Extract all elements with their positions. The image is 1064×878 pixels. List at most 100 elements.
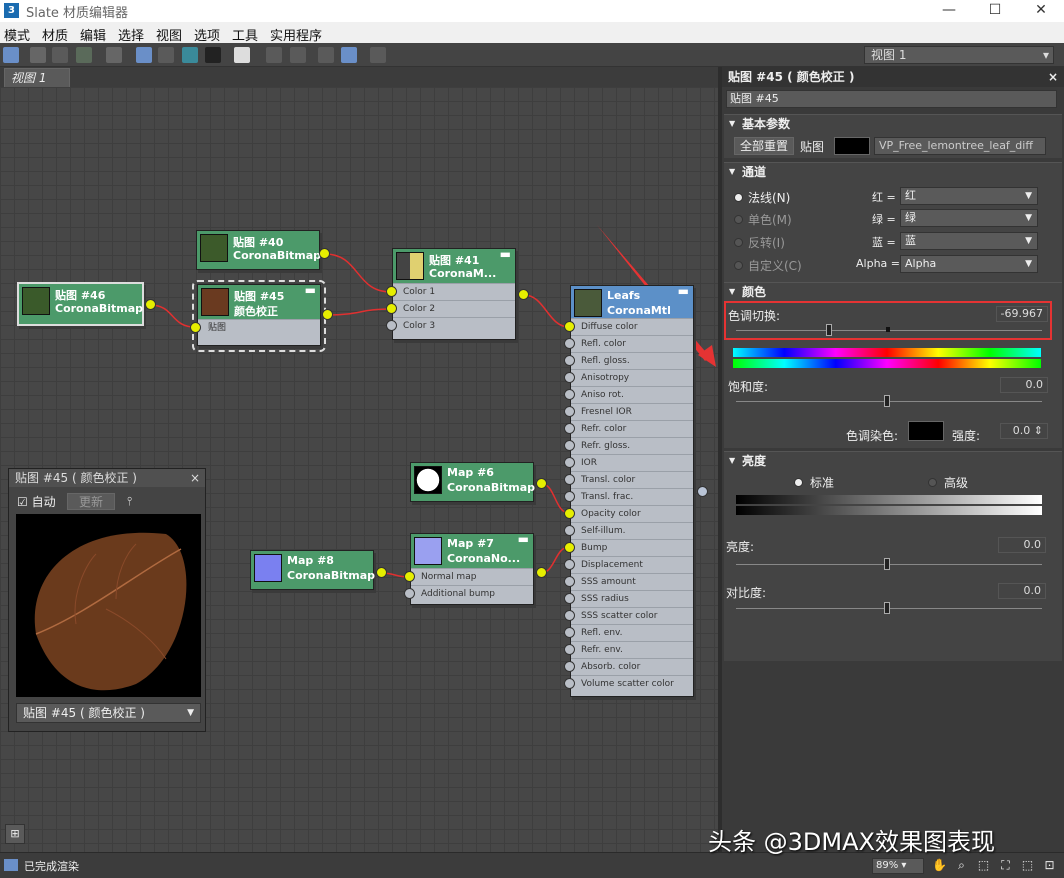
input-socket[interactable] bbox=[564, 474, 575, 485]
input-socket[interactable] bbox=[564, 440, 575, 451]
input-socket[interactable] bbox=[564, 491, 575, 502]
minimize-button[interactable]: — bbox=[926, 0, 972, 22]
view-select[interactable]: 视图 1 ▾ bbox=[864, 46, 1054, 64]
input-socket[interactable] bbox=[564, 406, 575, 417]
node-map-46[interactable]: 贴图 #46 CoronaBitmap bbox=[17, 282, 144, 326]
input-socket[interactable] bbox=[404, 571, 415, 582]
input-socket[interactable] bbox=[564, 559, 575, 570]
brightness-slider-thumb[interactable] bbox=[884, 558, 890, 570]
contrast-slider-thumb[interactable] bbox=[884, 602, 890, 614]
input-socket[interactable] bbox=[564, 576, 575, 587]
saturation-input[interactable]: 0.0 bbox=[1000, 377, 1048, 393]
radio-invert[interactable] bbox=[734, 238, 743, 247]
input-socket[interactable] bbox=[564, 457, 575, 468]
delete-icon[interactable] bbox=[106, 47, 122, 63]
node-map-41[interactable]: 贴图 #41 CoronaM... ▬ Color 1 Color 2 Colo… bbox=[392, 247, 516, 340]
zoom-region-icon[interactable]: ⬚ bbox=[976, 858, 991, 873]
section-header[interactable]: 基本参数 bbox=[724, 115, 1062, 133]
material-browser-icon[interactable] bbox=[318, 47, 334, 63]
select-by-material-icon[interactable] bbox=[370, 47, 386, 63]
saturation-slider-thumb[interactable] bbox=[884, 395, 890, 407]
radio-normal[interactable] bbox=[734, 193, 743, 202]
minimize-node-icon[interactable]: ▬ bbox=[305, 283, 316, 297]
binoculars-icon[interactable]: ⊞ bbox=[5, 824, 25, 844]
alpha-select[interactable]: Alpha ▼ bbox=[900, 255, 1038, 273]
radio-mono[interactable] bbox=[734, 215, 743, 224]
tint-color-swatch[interactable] bbox=[908, 421, 944, 441]
parameter-editor-icon[interactable] bbox=[341, 47, 357, 63]
close-icon[interactable]: × bbox=[1048, 67, 1058, 87]
strength-input[interactable]: 0.0 ⇕ bbox=[1000, 423, 1048, 439]
output-socket[interactable] bbox=[536, 567, 547, 578]
auto-checkbox[interactable]: ☑ bbox=[17, 495, 28, 509]
output-socket[interactable] bbox=[319, 248, 330, 259]
section-header[interactable]: 通道 bbox=[724, 163, 1062, 181]
input-socket[interactable] bbox=[190, 322, 201, 333]
menu-edit[interactable]: 编辑 bbox=[80, 25, 106, 44]
input-socket[interactable] bbox=[564, 678, 575, 689]
put-to-scene-icon[interactable] bbox=[52, 47, 68, 63]
node-leafs-material[interactable]: Leafs CoronaMtl ▬ Diffuse color Refl. col… bbox=[570, 284, 694, 697]
input-socket[interactable] bbox=[564, 508, 575, 519]
input-socket[interactable] bbox=[564, 593, 575, 604]
input-socket[interactable] bbox=[386, 286, 397, 297]
brightness-input[interactable]: 0.0 bbox=[998, 537, 1046, 553]
input-socket[interactable] bbox=[386, 303, 397, 314]
radio-advanced[interactable] bbox=[928, 478, 937, 487]
input-socket[interactable] bbox=[564, 355, 575, 366]
map-color-swatch[interactable] bbox=[834, 137, 870, 155]
input-socket[interactable] bbox=[564, 610, 575, 621]
sample-slot-icon[interactable] bbox=[234, 47, 250, 63]
pin-icon[interactable]: ⫯ bbox=[127, 494, 132, 509]
map-file-button[interactable]: VP_Free_lemontree_leaf_diff bbox=[874, 137, 1046, 155]
menu-utilities[interactable]: 实用程序 bbox=[270, 25, 322, 44]
update-button[interactable]: 更新 bbox=[67, 493, 115, 510]
input-socket[interactable] bbox=[564, 423, 575, 434]
input-socket[interactable] bbox=[386, 320, 397, 331]
output-socket[interactable] bbox=[536, 478, 547, 489]
output-socket[interactable] bbox=[322, 309, 333, 320]
node-map-45[interactable]: 贴图 #45 颜色校正 ▬ 贴图 bbox=[197, 283, 321, 346]
red-select[interactable]: 红 ▼ bbox=[900, 187, 1038, 205]
input-socket[interactable] bbox=[564, 661, 575, 672]
node-map-40[interactable]: 贴图 #40 CoronaBitmap bbox=[196, 230, 321, 270]
close-icon[interactable]: × bbox=[190, 469, 200, 487]
preview-map-select[interactable]: 贴图 #45 ( 颜色校正 ) ▼ bbox=[16, 703, 201, 723]
input-socket[interactable] bbox=[564, 338, 575, 349]
menu-tools[interactable]: 工具 bbox=[232, 25, 258, 44]
output-socket[interactable] bbox=[518, 289, 529, 300]
hide-unused-icon[interactable] bbox=[158, 47, 174, 63]
input-socket[interactable] bbox=[564, 542, 575, 553]
zoom-icon[interactable]: ⌕ bbox=[954, 858, 969, 873]
zoom-extents-icon[interactable]: ⛶ bbox=[998, 858, 1013, 873]
close-button[interactable]: ✕ bbox=[1018, 0, 1064, 22]
zoom-selected-icon[interactable]: ⬚ bbox=[1020, 858, 1035, 873]
maximize-button[interactable]: ☐ bbox=[972, 0, 1018, 22]
pan-icon[interactable]: ✋ bbox=[932, 858, 947, 873]
output-socket[interactable] bbox=[376, 567, 387, 578]
zoom-select[interactable]: 89% ▾ bbox=[872, 858, 924, 874]
layout-children-icon[interactable] bbox=[290, 47, 306, 63]
map-name-input[interactable]: 贴图 #45 bbox=[726, 90, 1057, 108]
input-socket[interactable] bbox=[404, 588, 415, 599]
show-map-icon[interactable] bbox=[182, 47, 198, 63]
node-map-8[interactable]: Map #8 CoronaBitmap bbox=[250, 550, 375, 590]
input-socket[interactable] bbox=[564, 389, 575, 400]
menu-options[interactable]: 选项 bbox=[194, 25, 220, 44]
section-header[interactable]: 亮度 bbox=[724, 452, 1062, 470]
node-map-6[interactable]: Map #6 CoronaBitmap bbox=[410, 462, 535, 502]
input-socket[interactable] bbox=[564, 525, 575, 536]
radio-custom[interactable] bbox=[734, 261, 743, 270]
frame-icon[interactable]: ⊡ bbox=[1042, 858, 1057, 873]
eyedropper-icon[interactable] bbox=[30, 47, 46, 63]
move-children-icon[interactable] bbox=[136, 47, 152, 63]
output-socket[interactable] bbox=[697, 486, 708, 497]
minimize-node-icon[interactable]: ▬ bbox=[518, 532, 529, 546]
input-socket[interactable] bbox=[564, 627, 575, 638]
input-socket[interactable] bbox=[564, 644, 575, 655]
node-map-7[interactable]: Map #7 CoronaNo... ▬ Normal map Addition… bbox=[410, 532, 534, 605]
menu-view[interactable]: 视图 bbox=[156, 25, 182, 44]
assign-material-icon[interactable] bbox=[76, 47, 92, 63]
blue-select[interactable]: 蓝 ▼ bbox=[900, 232, 1038, 250]
background-icon[interactable] bbox=[205, 47, 221, 63]
